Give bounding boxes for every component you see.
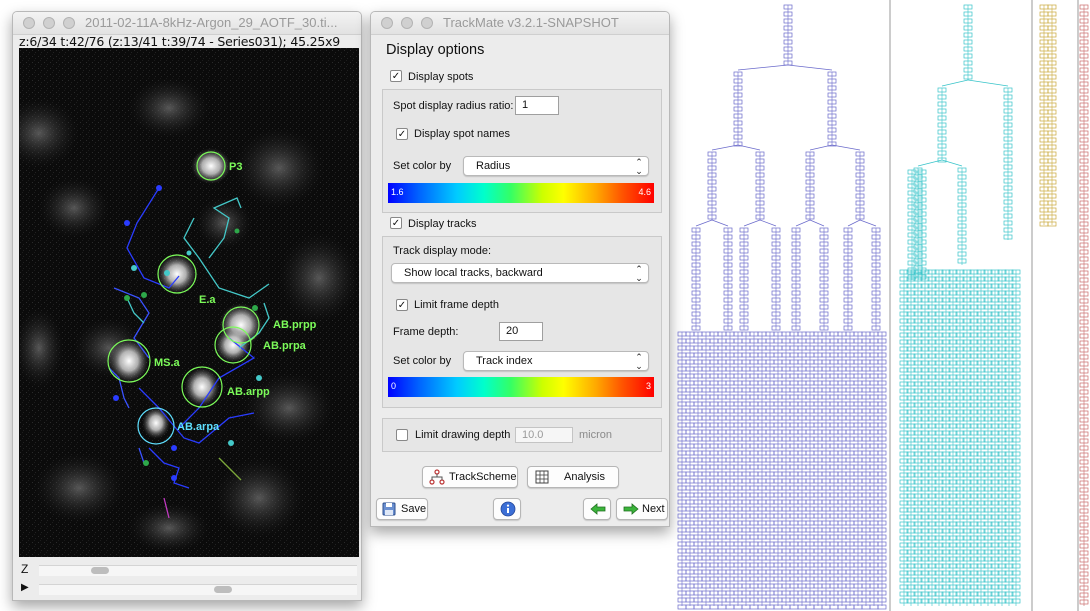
spot-label-ms-a: MS.a bbox=[154, 357, 181, 369]
t-slider-thumb[interactable] bbox=[214, 586, 232, 593]
trackscheme-button-label: TrackScheme bbox=[449, 471, 517, 483]
chevron-updown-icon: ⌃ ⌄ bbox=[635, 264, 643, 283]
display-spots-label: Display spots bbox=[408, 71, 474, 83]
image-window[interactable]: 2011-02-11A-8kHz-Argon_29_AOTF_30.ti... … bbox=[12, 11, 362, 601]
track-colorbar: 0 3 bbox=[388, 377, 654, 397]
lineage-tree-view[interactable] bbox=[672, 0, 1090, 611]
z-slider-label: Z bbox=[21, 562, 29, 576]
frame-depth-field[interactable]: 20 bbox=[499, 322, 543, 341]
back-button[interactable] bbox=[583, 498, 611, 520]
checkmark-icon: ✓ bbox=[397, 300, 407, 311]
track-mode-label: Track display mode: bbox=[393, 245, 492, 257]
microscopy-image: P3 E.a AB.prpp AB.prpa MS.a AB.arpp AB.a… bbox=[19, 48, 359, 557]
z-slider-row[interactable]: Z bbox=[19, 562, 359, 578]
trackscheme-icon bbox=[429, 469, 445, 485]
z-slider-track[interactable] bbox=[39, 565, 357, 576]
display-tracks-checkbox[interactable]: ✓ bbox=[390, 217, 402, 229]
trackmate-window[interactable]: TrackMate v3.2.1-SNAPSHOT Display option… bbox=[370, 11, 670, 527]
chevron-updown-icon: ⌃ ⌄ bbox=[635, 352, 643, 371]
checkmark-icon: ✓ bbox=[391, 218, 401, 229]
analysis-icon bbox=[535, 470, 549, 484]
spot-radius-field[interactable]: 1 bbox=[515, 96, 559, 115]
track-colorbar-min: 0 bbox=[391, 381, 397, 391]
spot-color-value: Radius bbox=[476, 160, 511, 172]
spot-colorbar-max: 4.6 bbox=[638, 187, 651, 197]
spot-label-ab-arpa: AB.arpa bbox=[177, 421, 220, 433]
display-spots-checkbox[interactable]: ✓ bbox=[390, 70, 402, 82]
microscopy-image-canvas[interactable]: P3 E.a AB.prpp AB.prpa MS.a AB.arpp AB.a… bbox=[19, 48, 359, 557]
save-icon bbox=[382, 502, 396, 516]
image-info-line: z:6/34 t:42/76 (z:13/41 t:39/74 - Series… bbox=[19, 34, 341, 49]
trackmate-title: TrackMate v3.2.1-SNAPSHOT bbox=[443, 15, 619, 30]
track-mode-select[interactable]: Show local tracks, backward ⌃ ⌄ bbox=[391, 263, 649, 283]
zoom-window-button[interactable] bbox=[63, 17, 75, 29]
spot-color-label: Set color by bbox=[393, 160, 452, 172]
close-window-button[interactable] bbox=[23, 17, 35, 29]
t-slider-track[interactable] bbox=[39, 584, 357, 595]
play-icon[interactable]: ▶ bbox=[21, 582, 29, 593]
limit-frame-depth-label: Limit frame depth bbox=[414, 299, 499, 311]
save-button[interactable]: Save bbox=[376, 498, 428, 520]
track-color-value: Track index bbox=[476, 355, 533, 367]
z-slider-thumb[interactable] bbox=[91, 567, 109, 574]
close-window-button[interactable] bbox=[381, 17, 393, 29]
spot-label-ab-arpp: AB.arpp bbox=[227, 386, 270, 398]
next-button-label: Next bbox=[642, 503, 665, 515]
track-color-select[interactable]: Track index ⌃ ⌄ bbox=[463, 351, 649, 371]
spot-colorbar: 1.6 4.6 bbox=[388, 183, 654, 203]
drawing-depth-unit: micron bbox=[579, 429, 613, 441]
trackscheme-button[interactable]: TrackScheme bbox=[422, 466, 518, 488]
spot-label-p3: P3 bbox=[229, 161, 242, 173]
chevron-updown-icon: ⌃ ⌄ bbox=[635, 157, 643, 176]
analysis-button-label: Analysis bbox=[564, 471, 605, 483]
track-color-label: Set color by bbox=[393, 355, 452, 367]
checkmark-icon: ✓ bbox=[391, 71, 401, 82]
display-options-heading: Display options bbox=[386, 42, 485, 58]
track-colorbar-max: 3 bbox=[645, 381, 651, 391]
spot-colorbar-min: 1.6 bbox=[391, 187, 404, 197]
trackmate-titlebar[interactable]: TrackMate v3.2.1-SNAPSHOT bbox=[371, 12, 669, 35]
next-button[interactable]: Next bbox=[616, 498, 668, 520]
analysis-button[interactable]: Analysis bbox=[527, 466, 619, 488]
drawing-depth-field[interactable]: 10.0 bbox=[515, 427, 573, 443]
checkmark-icon: ✓ bbox=[397, 129, 407, 140]
minimize-window-button[interactable] bbox=[401, 17, 413, 29]
minimize-window-button[interactable] bbox=[43, 17, 55, 29]
frame-depth-label: Frame depth: bbox=[393, 326, 459, 338]
limit-frame-depth-checkbox[interactable]: ✓ bbox=[396, 299, 408, 311]
image-window-titlebar[interactable]: 2011-02-11A-8kHz-Argon_29_AOTF_30.ti... bbox=[13, 12, 361, 35]
display-tracks-label: Display tracks bbox=[408, 218, 477, 230]
image-window-title: 2011-02-11A-8kHz-Argon_29_AOTF_30.ti... bbox=[85, 15, 338, 30]
info-icon bbox=[500, 501, 516, 517]
info-button[interactable] bbox=[493, 498, 521, 520]
spot-label-e-a: E.a bbox=[199, 294, 216, 306]
t-slider-row[interactable]: ▶ bbox=[19, 581, 359, 597]
display-spot-names-checkbox[interactable]: ✓ bbox=[396, 128, 408, 140]
spot-radius-label: Spot display radius ratio: bbox=[393, 100, 514, 112]
back-arrow-icon bbox=[590, 503, 606, 515]
drawing-depth-panel: Limit drawing depth 10.0 micron bbox=[382, 418, 662, 452]
lineage-spots bbox=[677, 4, 1089, 610]
save-button-label: Save bbox=[401, 503, 427, 515]
limit-drawing-depth-label: Limit drawing depth bbox=[415, 429, 511, 441]
spot-label-ab-prpa: AB.prpa bbox=[263, 340, 307, 352]
next-arrow-icon bbox=[623, 503, 639, 515]
track-mode-value: Show local tracks, backward bbox=[404, 267, 543, 279]
spot-color-select[interactable]: Radius ⌃ ⌄ bbox=[463, 156, 649, 176]
zoom-window-button[interactable] bbox=[421, 17, 433, 29]
limit-drawing-depth-checkbox[interactable] bbox=[396, 429, 408, 441]
display-spot-names-label: Display spot names bbox=[414, 128, 510, 140]
spot-label-ab-prpp: AB.prpp bbox=[273, 319, 317, 331]
